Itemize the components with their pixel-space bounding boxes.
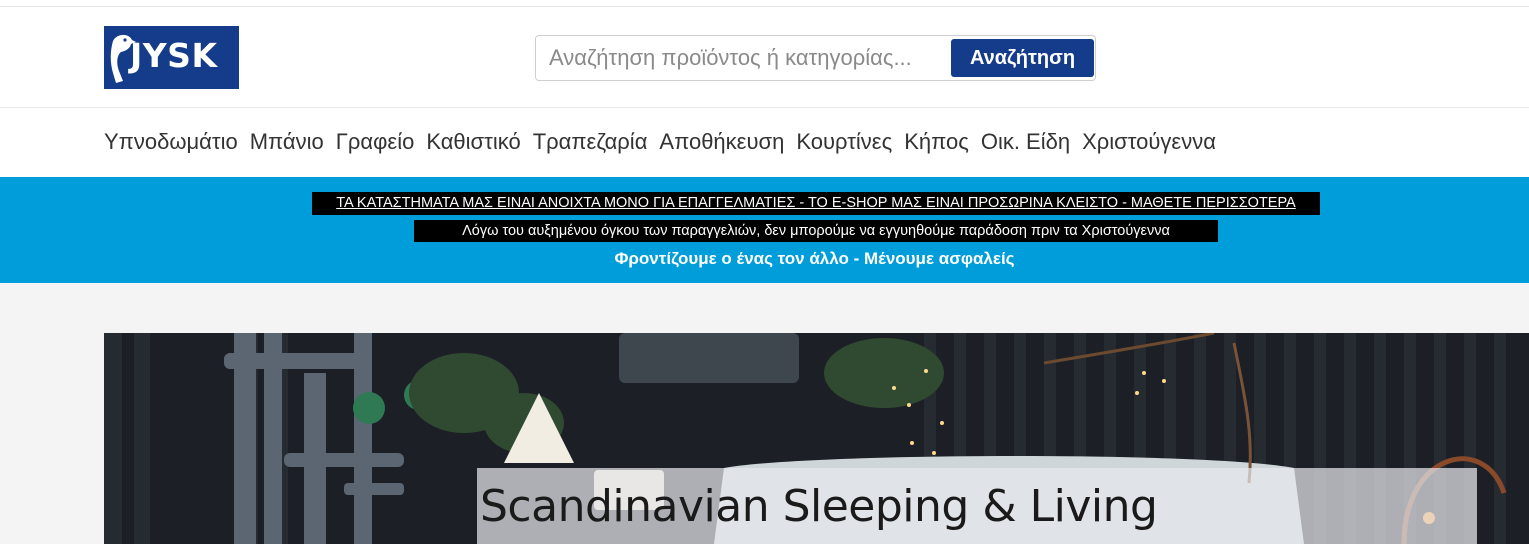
announcement-banner: ΤΑ ΚΑΤΑΣΤΗΜΑΤΑ ΜΑΣ ΕΙΝΑΙ ΑΝΟΙΧΤΑ ΜΟΝΟ ΓΙ… [0, 177, 1529, 283]
delivery-notice: Λόγω του αυξημένου όγκου των παραγγελιών… [414, 220, 1218, 242]
search-form: Αναζήτηση [535, 35, 1096, 81]
search-input[interactable] [537, 37, 954, 79]
main-navigation: Υπνοδωμάτιο Μπάνιο Γραφείο Καθιστικό Τρα… [0, 108, 1529, 177]
nav-item-living-room[interactable]: Καθιστικό [426, 129, 520, 155]
nav-item-household[interactable]: Οικ. Είδη [981, 129, 1070, 155]
nav-item-bathroom[interactable]: Μπάνιο [250, 129, 324, 155]
nav-item-garden[interactable]: Κήπος [904, 129, 969, 155]
nav-item-christmas[interactable]: Χριστούγεννα [1082, 129, 1216, 155]
hero-title: Scandinavian Sleeping & Living [480, 481, 1158, 532]
nav-item-dining-room[interactable]: Τραπεζαρία [533, 129, 648, 155]
nav-item-bedroom[interactable]: Υπνοδωμάτιο [104, 129, 238, 155]
top-strip [0, 0, 1529, 7]
safety-notice: Φροντίζουμε ο ένας τον άλλο - Μένουμε ασ… [614, 249, 1015, 268]
nav-item-office[interactable]: Γραφείο [336, 129, 415, 155]
hero-banner[interactable]: Scandinavian Sleeping & Living [104, 333, 1529, 544]
nav-list: Υπνοδωμάτιο Μπάνιο Γραφείο Καθιστικό Τρα… [104, 129, 1228, 155]
site-header: JYSK Αναζήτηση [0, 7, 1529, 108]
jysk-logo[interactable]: JYSK [104, 26, 239, 89]
nav-item-curtains[interactable]: Κουρτίνες [796, 129, 892, 155]
logo-text: JYSK [130, 36, 218, 75]
stores-notice-link[interactable]: ΤΑ ΚΑΤΑΣΤΗΜΑΤΑ ΜΑΣ ΕΙΝΑΙ ΑΝΟΙΧΤΑ ΜΟΝΟ ΓΙ… [312, 192, 1320, 215]
nav-item-storage[interactable]: Αποθήκευση [659, 129, 784, 155]
search-button[interactable]: Αναζήτηση [951, 39, 1094, 77]
